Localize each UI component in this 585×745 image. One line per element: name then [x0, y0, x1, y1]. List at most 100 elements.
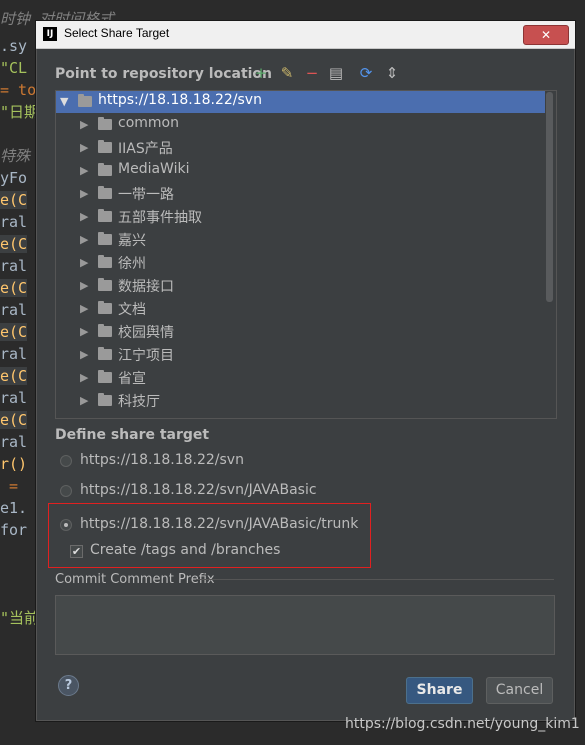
expand-right-icon[interactable]: ▶: [80, 325, 88, 338]
code-line: "CL: [0, 59, 28, 77]
tree-node-label: 徐州: [118, 256, 146, 272]
folder-icon: [98, 163, 112, 176]
code-line: "当前: [0, 609, 40, 627]
tree-folder-node[interactable]: ▶ 文档: [56, 298, 546, 320]
expand-right-icon[interactable]: ▶: [80, 141, 88, 154]
expand-down-icon[interactable]: ▼: [60, 95, 68, 108]
code-line: 特殊: [0, 147, 31, 165]
expand-right-icon[interactable]: ▶: [80, 118, 88, 131]
code-line: e(C: [0, 367, 28, 385]
close-button[interactable]: ✕: [523, 25, 569, 45]
share-target-label: Define share target: [55, 427, 210, 443]
expand-right-icon[interactable]: ▶: [80, 302, 88, 315]
tree-node-label: 江宁项目: [118, 348, 174, 364]
create-tags-label: Create /tags and /branches: [90, 542, 281, 558]
expand-right-icon[interactable]: ▶: [80, 210, 88, 223]
commit-prefix-label: Commit Comment Prefix: [55, 572, 215, 587]
folder-icon: [98, 255, 112, 268]
create-tags-checkbox[interactable]: ✔: [70, 545, 83, 558]
tree-folder-node[interactable]: ▶ 科技厅: [56, 390, 546, 412]
repository-location-label: Point to repository location: [55, 66, 273, 82]
folder-icon: [98, 117, 112, 130]
expand-right-icon[interactable]: ▶: [80, 371, 88, 384]
edit-icon[interactable]: ✎: [279, 65, 295, 81]
code-line: e(C: [0, 191, 28, 209]
annotation-highlight-box: [48, 503, 371, 568]
code-line: ral: [0, 389, 28, 407]
refresh-icon[interactable]: ⟳: [358, 65, 374, 81]
expand-right-icon[interactable]: ▶: [80, 348, 88, 361]
code-line: =: [0, 477, 19, 495]
code-line: "日期: [0, 103, 40, 121]
tree-folder-node[interactable]: ▶ 校园舆情: [56, 321, 546, 343]
tree-folder-node[interactable]: ▶ 一带一路: [56, 183, 546, 205]
tree-folder-node[interactable]: ▶ 数据接口: [56, 275, 546, 297]
folder-icon: [98, 209, 112, 222]
tree-root-node[interactable]: ▼ https://18.18.18.22/svn: [56, 91, 546, 113]
tree-node-label: 五部事件抽取: [118, 210, 202, 226]
code-line: ral: [0, 301, 28, 319]
cancel-button[interactable]: Cancel: [486, 677, 553, 704]
tree-folder-node[interactable]: ▶ 徐州: [56, 252, 546, 274]
folder-icon: [98, 140, 112, 153]
folder-icon: [78, 94, 92, 107]
expand-right-icon[interactable]: ▶: [80, 164, 88, 177]
expand-right-icon[interactable]: ▶: [80, 233, 88, 246]
tree-node-label: 校园舆情: [118, 325, 174, 341]
code-line: for: [0, 521, 28, 539]
folder-icon: [98, 324, 112, 337]
share-target-label: https://18.18.18.22/svn/JAVABasic: [80, 482, 317, 498]
code-line: .sy: [0, 37, 28, 55]
code-line: e(C: [0, 235, 28, 253]
repository-tree[interactable]: ▼ https://18.18.18.22/svn ▶ common ▶ IIAS产品 ▶ M…: [55, 90, 557, 419]
code-line: e(C: [0, 411, 28, 429]
folder-icon: [98, 232, 112, 245]
watermark-text: https://blog.csdn.net/young_kim1: [345, 716, 580, 732]
expand-right-icon[interactable]: ▶: [80, 279, 88, 292]
code-line: ral: [0, 345, 28, 363]
radio-button[interactable]: [60, 485, 72, 497]
code-line: = to: [0, 81, 37, 99]
folder-icon: [98, 347, 112, 360]
tree-folder-node[interactable]: ▶ 嘉兴: [56, 229, 546, 251]
code-line: ral: [0, 213, 28, 231]
expand-right-icon[interactable]: ▶: [80, 256, 88, 269]
dialog-title: Select Share Target: [64, 26, 170, 40]
expand-right-icon[interactable]: ▶: [80, 394, 88, 407]
help-button[interactable]: ?: [58, 675, 79, 696]
tree-node-label: 科技厅: [118, 394, 160, 410]
share-target-label: https://18.18.18.22/svn: [80, 452, 244, 468]
details-icon[interactable]: ▤: [328, 65, 344, 81]
folder-icon: [98, 393, 112, 406]
code-line: ral: [0, 257, 28, 275]
tree-node-label: https://18.18.18.22/svn: [98, 92, 262, 108]
intellij-app-icon: IJ: [43, 27, 57, 41]
tree-node-label: 数据接口: [118, 279, 174, 295]
commit-prefix-divider: [196, 579, 554, 580]
folder-icon: [98, 278, 112, 291]
radio-button[interactable]: [60, 455, 72, 467]
tree-node-label: 省宣: [118, 371, 146, 387]
tree-folder-node[interactable]: ▶ 省宣: [56, 367, 546, 389]
tree-folder-node[interactable]: ▶ MediaWiki: [56, 160, 546, 182]
code-line: e(C: [0, 323, 28, 341]
share-button[interactable]: Share: [406, 677, 473, 704]
expand-right-icon[interactable]: ▶: [80, 187, 88, 200]
tree-folder-node[interactable]: ▶ IIAS产品: [56, 137, 546, 159]
tree-folder-node[interactable]: ▶ 五部事件抽取: [56, 206, 546, 228]
folder-icon: [98, 301, 112, 314]
collapse-icon[interactable]: ⇕: [384, 65, 400, 81]
commit-prefix-input[interactable]: [55, 595, 555, 655]
folder-icon: [98, 186, 112, 199]
tree-folder-node[interactable]: ▶ common: [56, 114, 546, 136]
tree-node-label: common: [118, 115, 179, 131]
code-line: yFo: [0, 169, 28, 187]
tree-node-label: 文档: [118, 302, 146, 318]
dialog-titlebar[interactable]: IJ Select Share Target ✕: [36, 21, 575, 49]
tree-scrollbar-thumb[interactable]: [546, 92, 553, 302]
remove-icon[interactable]: −: [304, 65, 320, 81]
tree-node-label: IIAS产品: [118, 141, 173, 157]
add-icon[interactable]: +: [253, 65, 269, 81]
code-line: e1.: [0, 499, 28, 517]
tree-folder-node[interactable]: ▶ 江宁项目: [56, 344, 546, 366]
